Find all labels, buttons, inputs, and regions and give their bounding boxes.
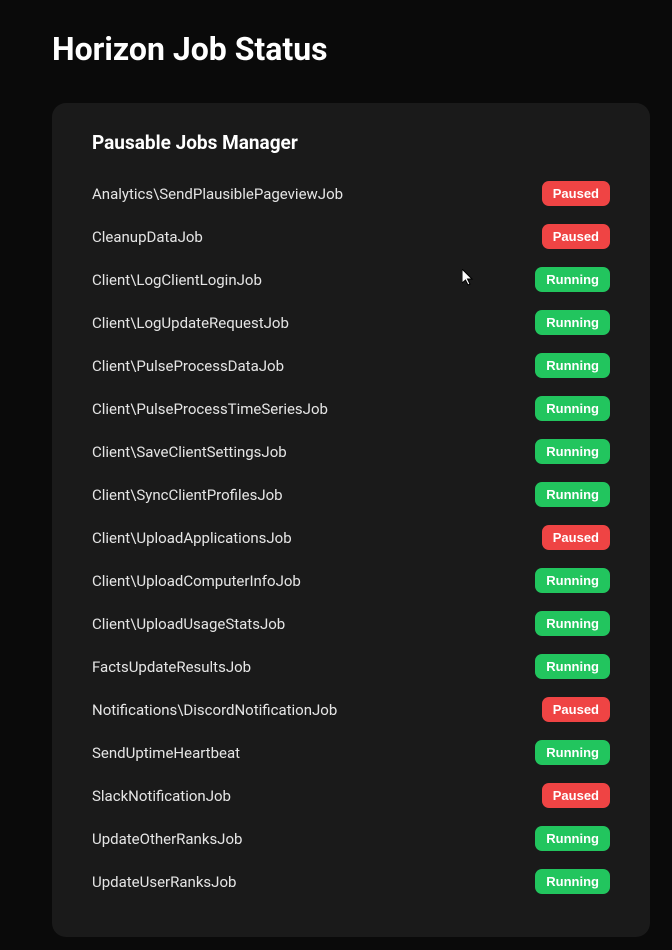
status-toggle-button[interactable]: Running — [535, 611, 610, 636]
job-row: Notifications\DiscordNotificationJob Paus… — [92, 688, 610, 731]
job-name: Notifications\DiscordNotificationJob — [92, 701, 337, 719]
job-name: FactsUpdateResultsJob — [92, 658, 251, 676]
job-name: UpdateUserRanksJob — [92, 873, 236, 891]
status-toggle-button[interactable]: Running — [535, 568, 610, 593]
job-name: Client\SaveClientSettingsJob — [92, 443, 287, 461]
job-name: Analytics\SendPlausiblePageviewJob — [92, 185, 343, 203]
status-toggle-button[interactable]: Paused — [542, 525, 610, 550]
status-toggle-button[interactable]: Running — [535, 654, 610, 679]
job-name: Client\PulseProcessTimeSeriesJob — [92, 400, 328, 418]
job-name: SendUptimeHeartbeat — [92, 744, 240, 762]
status-toggle-button[interactable]: Paused — [542, 783, 610, 808]
job-row: CleanupDataJob Paused — [92, 215, 610, 258]
status-toggle-button[interactable]: Running — [535, 740, 610, 765]
status-toggle-button[interactable]: Running — [535, 869, 610, 894]
job-row: Client\SyncClientProfilesJob Running — [92, 473, 610, 516]
job-row: Client\LogUpdateRequestJob Running — [92, 301, 610, 344]
job-name: Client\UploadComputerInfoJob — [92, 572, 301, 590]
job-row: Client\UploadComputerInfoJob Running — [92, 559, 610, 602]
status-toggle-button[interactable]: Running — [535, 439, 610, 464]
job-row: FactsUpdateResultsJob Running — [92, 645, 610, 688]
job-name: UpdateOtherRanksJob — [92, 830, 242, 848]
status-toggle-button[interactable]: Paused — [542, 697, 610, 722]
job-row: Client\UploadApplicationsJob Paused — [92, 516, 610, 559]
job-row: Analytics\SendPlausiblePageviewJob Paused — [92, 172, 610, 215]
job-row: UpdateOtherRanksJob Running — [92, 817, 610, 860]
job-name: Client\LogUpdateRequestJob — [92, 314, 289, 332]
job-row: Client\LogClientLoginJob Running — [92, 258, 610, 301]
status-toggle-button[interactable]: Paused — [542, 181, 610, 206]
status-toggle-button[interactable]: Paused — [542, 224, 610, 249]
status-toggle-button[interactable]: Running — [535, 310, 610, 335]
status-toggle-button[interactable]: Running — [535, 353, 610, 378]
job-row: Client\UploadUsageStatsJob Running — [92, 602, 610, 645]
job-name: CleanupDataJob — [92, 228, 203, 246]
job-row: SendUptimeHeartbeat Running — [92, 731, 610, 774]
job-row: Client\PulseProcessDataJob Running — [92, 344, 610, 387]
status-toggle-button[interactable]: Running — [535, 826, 610, 851]
job-row: Client\PulseProcessTimeSeriesJob Running — [92, 387, 610, 430]
jobs-list: Analytics\SendPlausiblePageviewJob Paused… — [92, 172, 610, 903]
jobs-panel: Pausable Jobs Manager Analytics\SendPlau… — [52, 103, 650, 937]
panel-title: Pausable Jobs Manager — [92, 131, 610, 154]
job-name: Client\SyncClientProfilesJob — [92, 486, 283, 504]
job-name: SlackNotificationJob — [92, 787, 231, 805]
page-title: Horizon Job Status — [0, 0, 672, 68]
job-row: UpdateUserRanksJob Running — [92, 860, 610, 903]
status-toggle-button[interactable]: Running — [535, 267, 610, 292]
job-name: Client\LogClientLoginJob — [92, 271, 262, 289]
job-name: Client\UploadUsageStatsJob — [92, 615, 285, 633]
job-row: Client\SaveClientSettingsJob Running — [92, 430, 610, 473]
job-name: Client\PulseProcessDataJob — [92, 357, 284, 375]
job-row: SlackNotificationJob Paused — [92, 774, 610, 817]
job-name: Client\UploadApplicationsJob — [92, 529, 292, 547]
status-toggle-button[interactable]: Running — [535, 396, 610, 421]
status-toggle-button[interactable]: Running — [535, 482, 610, 507]
